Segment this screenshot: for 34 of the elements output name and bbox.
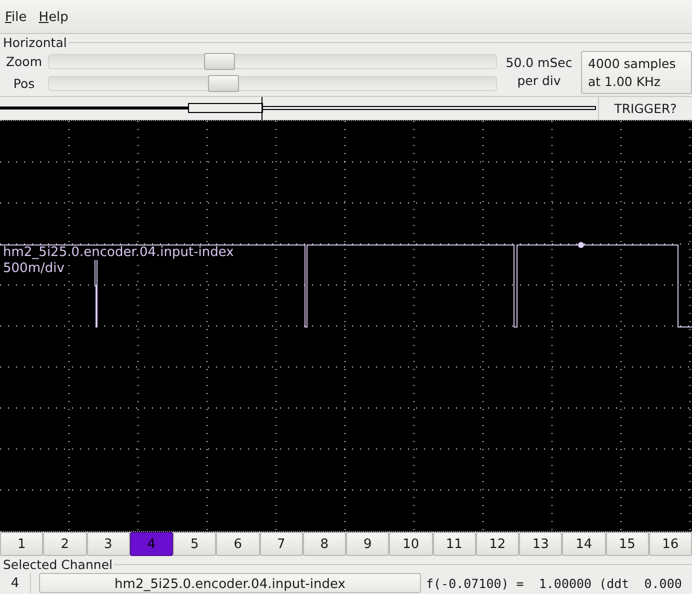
samples-button[interactable]: 4000 samples at 1.00 KHz [581,51,692,94]
channel-button[interactable]: 6 [216,532,260,556]
channel-button[interactable]: 1 [0,532,44,556]
channel-button[interactable]: 15 [606,532,649,556]
trace-scale: 500m/div [3,260,64,277]
value-readout: f(-0.07100) = 1.00000 (ddt 0.000 [426,576,682,590]
cursor-dot [578,242,584,248]
channel-button[interactable]: 10 [389,532,432,556]
channel-button[interactable]: 9 [346,532,390,556]
channel-button[interactable]: 11 [432,532,476,556]
slider-thumb[interactable] [204,52,235,70]
channel-button[interactable]: 2 [43,532,86,556]
trace-name: hm2_5i25.0.encoder.04.input-index [3,246,234,260]
channel-button[interactable]: 12 [476,532,519,556]
channel-button[interactable]: 8 [302,532,346,556]
menu-item[interactable]: Help [38,8,68,25]
group-title: Selected Channel [2,557,114,572]
group-title: Horizontal [2,35,68,50]
channel-button[interactable]: 14 [562,532,606,556]
channel-name-button[interactable]: hm2_5i25.0.encoder.04.input-index [39,573,421,593]
channel-button[interactable]: 16 [648,532,692,556]
channel-button[interactable]: 3 [86,532,130,556]
time-per-div-label: 50.0 mSec per div [504,54,574,90]
channel-button[interactable]: 13 [519,532,562,556]
slider-label: Zoom [4,54,44,68]
channel-button[interactable]: 7 [260,532,303,556]
menu-item[interactable]: File [5,8,27,25]
slider-label: Pos [12,76,36,90]
channel-button[interactable]: 5 [173,532,216,556]
channel-number: 4 [0,573,31,593]
slider-track[interactable] [48,76,497,90]
overview-drawing[interactable] [0,97,598,120]
slider-track[interactable] [48,54,497,68]
slider-thumb[interactable] [208,74,240,92]
